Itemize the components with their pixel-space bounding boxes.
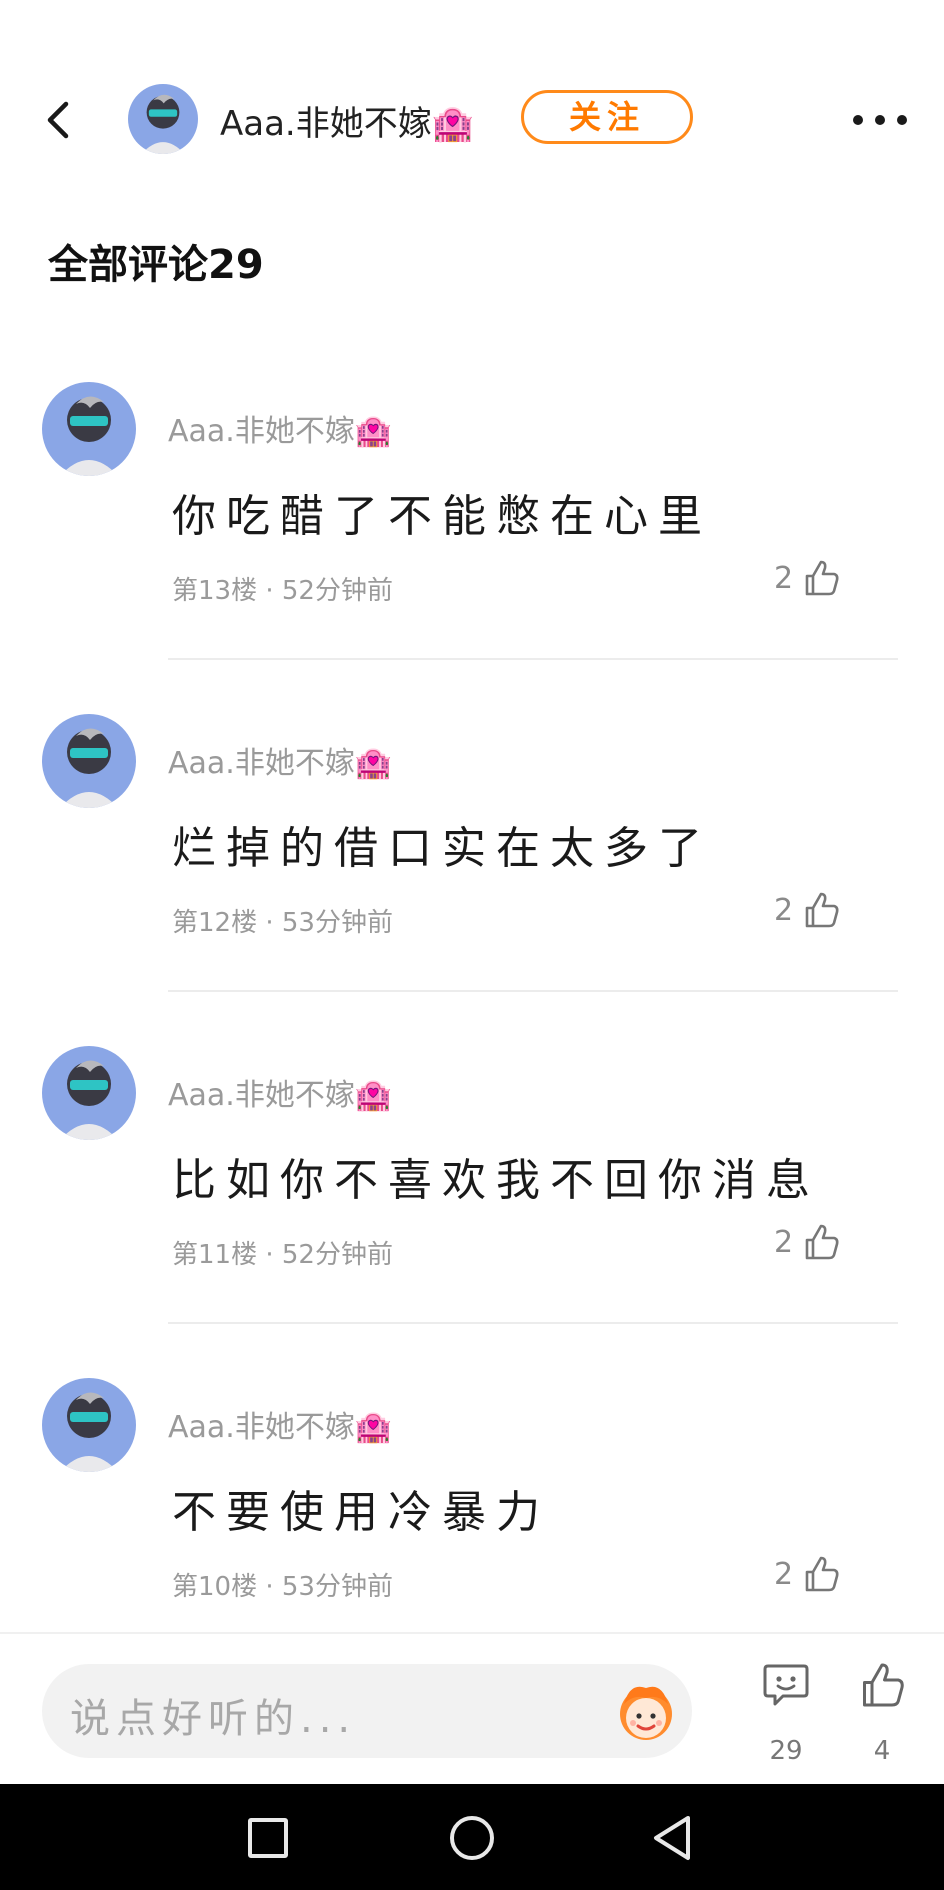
- comment-like-count: 2: [774, 892, 794, 928]
- top-header: Aaa.非她不嫁🏩 关注: [0, 70, 944, 170]
- author-username[interactable]: Aaa.非她不嫁🏩: [220, 96, 474, 145]
- comment-divider: [168, 990, 898, 992]
- comment-text: 不要使用冷暴力: [172, 1487, 550, 1538]
- thumbs-up-icon: [805, 1556, 839, 1592]
- more-dots-icon[interactable]: [848, 100, 912, 140]
- comment-like-count: 2: [774, 1556, 794, 1592]
- comment-floor-time: 第13楼 · 52分钟前: [172, 576, 393, 606]
- comment-like-button[interactable]: 2: [774, 1220, 841, 1264]
- avatar-illustration-icon: [42, 1378, 136, 1472]
- comment-text: 烂掉的借口实在太多了: [172, 823, 712, 874]
- avatar-illustration-icon: [128, 84, 198, 154]
- commenter-username[interactable]: Aaa.非她不嫁🏩: [168, 1070, 392, 1114]
- comment-divider: [168, 1322, 898, 1324]
- emoji-face-icon[interactable]: [610, 1674, 682, 1746]
- post-like-count: 4: [873, 1736, 891, 1766]
- comment-like-count: 2: [774, 1224, 794, 1260]
- comment-input[interactable]: 说点好听的...: [42, 1664, 692, 1758]
- back-triangle-icon[interactable]: [650, 1814, 694, 1862]
- recent-apps-square-icon[interactable]: [248, 1818, 288, 1858]
- avatar-illustration-icon: [42, 382, 136, 476]
- comment-like-button[interactable]: 2: [774, 1552, 841, 1596]
- comment-floor-time: 第12楼 · 53分钟前: [172, 908, 393, 938]
- comment-divider: [168, 658, 898, 660]
- comment-like-count: 2: [774, 560, 794, 596]
- comments-section-title: 全部评论29: [48, 242, 264, 288]
- commenter-username[interactable]: Aaa.非她不嫁🏩: [168, 406, 392, 450]
- thumbs-up-icon: [805, 560, 839, 596]
- comment-like-button[interactable]: 2: [774, 888, 841, 932]
- commenter-username[interactable]: Aaa.非她不嫁🏩: [168, 1402, 392, 1446]
- commenter-avatar[interactable]: [42, 1046, 136, 1140]
- comment-text: 你吃醋了不能憋在心里: [172, 491, 712, 542]
- thumbs-up-icon: [805, 892, 839, 928]
- comment-count-button[interactable]: 29: [756, 1658, 816, 1768]
- comment-total-count: 29: [769, 1736, 803, 1766]
- commenter-avatar[interactable]: [42, 382, 136, 476]
- home-circle-icon[interactable]: [450, 1816, 494, 1860]
- back-chevron-icon[interactable]: [36, 96, 84, 144]
- commenter-avatar[interactable]: [42, 714, 136, 808]
- comment-floor-time: 第11楼 · 52分钟前: [172, 1240, 393, 1270]
- comment-input-bar: 说点好听的... 29 4: [0, 1632, 944, 1786]
- avatar-illustration-icon: [42, 714, 136, 808]
- comment-like-button[interactable]: 2: [774, 556, 841, 600]
- avatar-illustration-icon: [42, 1046, 136, 1140]
- comment-item[interactable]: Aaa.非她不嫁🏩 你吃醋了不能憋在心里 第13楼 · 52分钟前 2: [0, 382, 944, 714]
- thumbs-up-icon: [805, 1224, 839, 1260]
- comment-input-placeholder: 说点好听的...: [70, 1696, 357, 1742]
- comment-floor-time: 第10楼 · 53分钟前: [172, 1572, 393, 1602]
- system-nav-bar: [0, 1784, 944, 1890]
- post-like-button[interactable]: 4: [852, 1658, 912, 1768]
- comment-item[interactable]: Aaa.非她不嫁🏩 烂掉的借口实在太多了 第12楼 · 53分钟前 2: [0, 714, 944, 1046]
- comment-bubble-icon: [763, 1664, 809, 1706]
- comment-item[interactable]: Aaa.非她不嫁🏩 比如你不喜欢我不回你消息 第11楼 · 52分钟前 2: [0, 1046, 944, 1378]
- author-avatar[interactable]: [128, 84, 198, 154]
- thumbs-up-icon: [863, 1663, 904, 1707]
- commenter-username[interactable]: Aaa.非她不嫁🏩: [168, 738, 392, 782]
- comment-text: 比如你不喜欢我不回你消息: [172, 1155, 820, 1206]
- commenter-avatar[interactable]: [42, 1378, 136, 1472]
- follow-button[interactable]: 关注: [521, 90, 693, 144]
